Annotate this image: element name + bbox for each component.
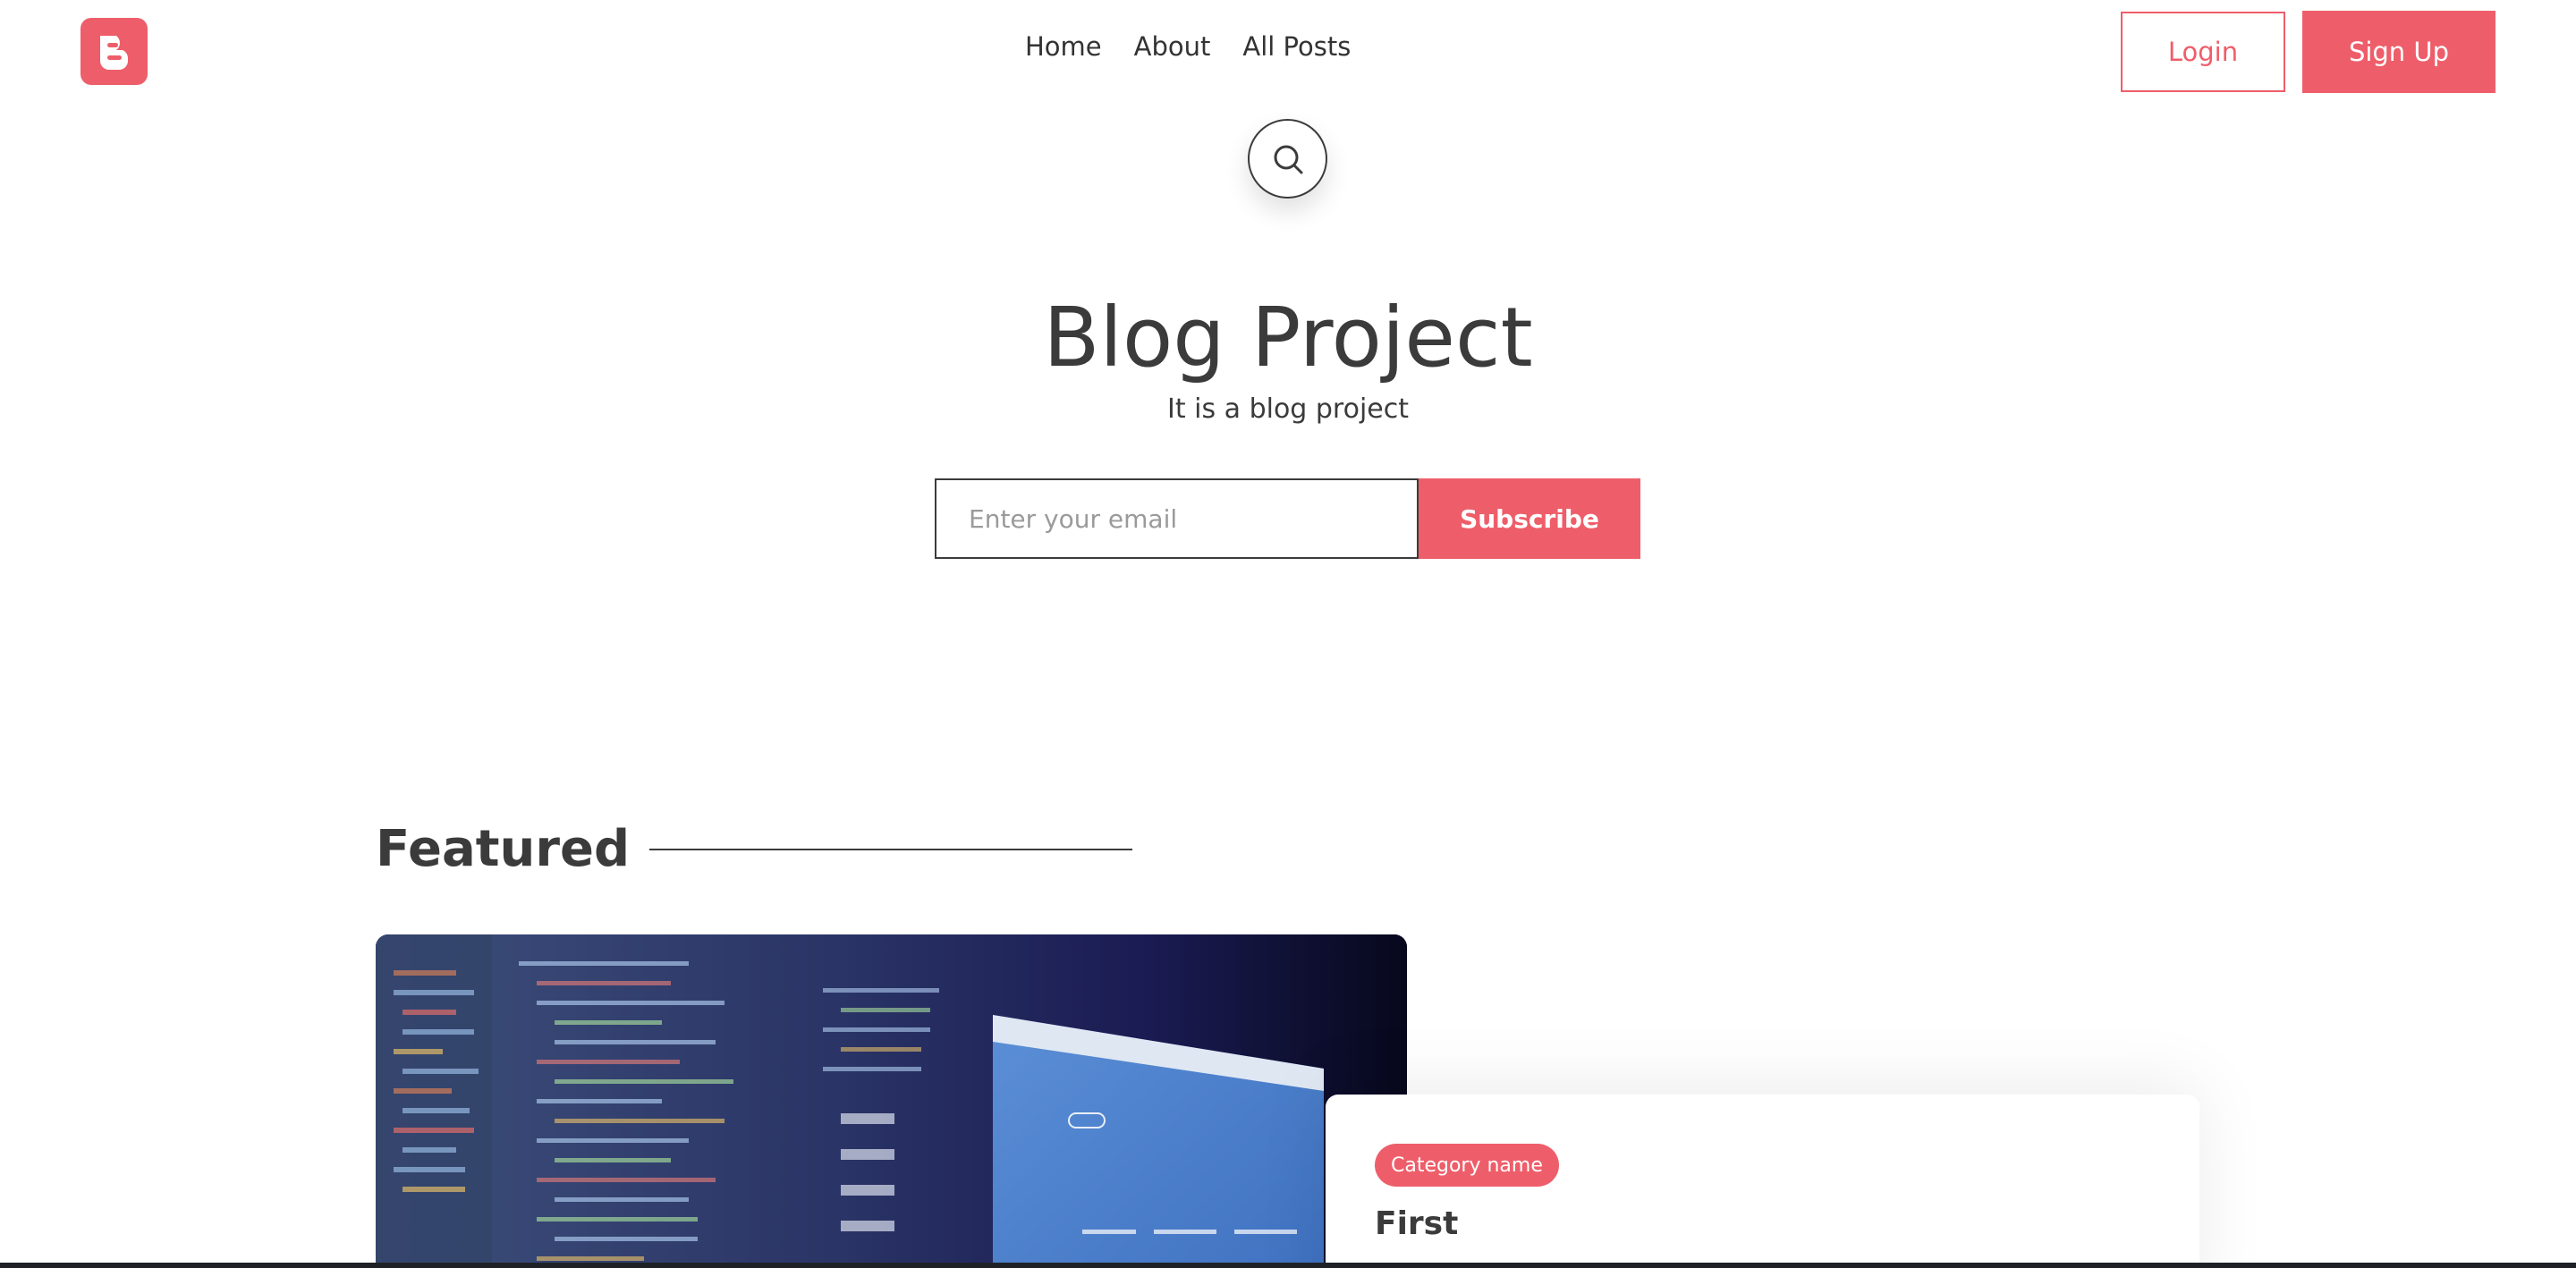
blogger-icon xyxy=(100,36,129,70)
nav-all-posts[interactable]: All Posts xyxy=(1242,31,1351,62)
code-screen-image xyxy=(376,934,1407,1268)
page-subtitle: It is a blog project xyxy=(1167,393,1409,425)
nav-home[interactable]: Home xyxy=(1025,31,1102,62)
post-title[interactable]: First xyxy=(1375,1205,1458,1242)
search-button[interactable] xyxy=(1248,119,1327,199)
window-bottom-edge xyxy=(0,1263,2576,1268)
main-nav: Home About All Posts xyxy=(1025,31,1351,62)
search-icon xyxy=(1274,145,1302,173)
page: Home About All Posts Login Sign Up Blog … xyxy=(0,0,2576,1268)
login-button[interactable]: Login xyxy=(2121,12,2285,92)
featured-divider xyxy=(649,849,1133,850)
featured-title: Featured xyxy=(376,820,631,878)
featured-post-card[interactable]: Category name First xyxy=(1326,1095,2199,1268)
signup-button[interactable]: Sign Up xyxy=(2302,11,2496,93)
category-badge[interactable]: Category name xyxy=(1375,1144,1559,1187)
blogger-logo-icon[interactable] xyxy=(80,18,148,85)
nav-about[interactable]: About xyxy=(1134,31,1211,62)
subscribe-form: Subscribe xyxy=(935,478,1640,559)
page-title: Blog Project xyxy=(1043,290,1533,385)
featured-heading: Featured xyxy=(376,818,1133,881)
featured-post-image[interactable] xyxy=(376,934,1407,1268)
subscribe-button[interactable]: Subscribe xyxy=(1419,478,1640,559)
email-input[interactable] xyxy=(935,478,1419,559)
